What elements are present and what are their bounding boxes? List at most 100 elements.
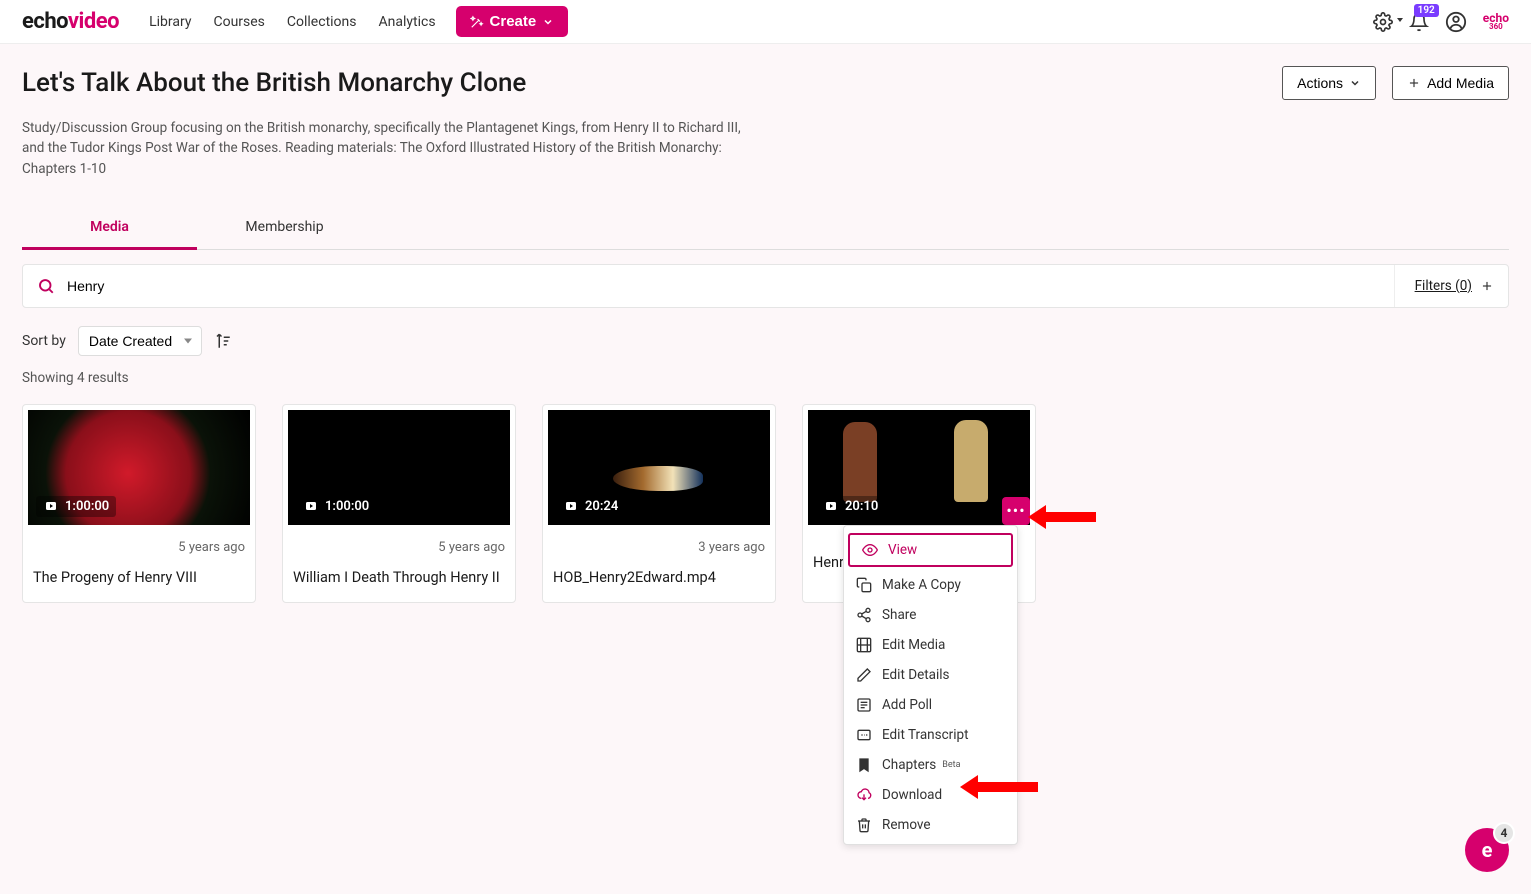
add-media-button[interactable]: Add Media <box>1392 66 1509 100</box>
menu-remove-label: Remove <box>882 817 931 833</box>
duration-badge: 1:00:00 <box>296 496 376 517</box>
filters-button[interactable]: Filters (0) <box>1415 278 1472 294</box>
page-description: Study/Discussion Group focusing on the B… <box>22 118 742 179</box>
ellipsis-icon: ••• <box>1006 501 1025 520</box>
menu-make-copy[interactable]: Make A Copy <box>844 570 1017 600</box>
duration-badge: 20:24 <box>556 496 625 517</box>
card-body: 5 years ago The Progeny of Henry VIII <box>23 530 255 602</box>
nav-library[interactable]: Library <box>149 14 191 30</box>
menu-add-poll[interactable]: Add Poll <box>844 690 1017 720</box>
menu-view[interactable]: View <box>848 533 1013 567</box>
float-count: 4 <box>1493 822 1515 844</box>
filters-area: Filters (0) <box>1394 265 1494 307</box>
menu-view-label: View <box>888 542 917 558</box>
menu-remove[interactable]: Remove <box>844 810 1017 840</box>
share-icon <box>856 607 872 623</box>
tab-media[interactable]: Media <box>22 207 197 250</box>
poll-icon <box>856 697 872 713</box>
actions-label: Actions <box>1297 75 1343 91</box>
actions-button[interactable]: Actions <box>1282 66 1376 100</box>
nav-analytics[interactable]: Analytics <box>379 14 436 30</box>
plus-icon[interactable] <box>1480 279 1494 293</box>
sort-select[interactable]: Date Created <box>78 326 202 356</box>
duration-text: 1:00:00 <box>325 499 369 514</box>
more-options-button[interactable]: ••• <box>1002 497 1030 525</box>
duration-badge: 1:00:00 <box>36 496 116 517</box>
menu-share-label: Share <box>882 607 916 623</box>
notifications-icon[interactable]: 192 <box>1409 12 1429 32</box>
play-icon <box>43 500 59 512</box>
float-logo: e <box>1482 838 1493 862</box>
media-grid: 1:00:00 5 years ago The Progeny of Henry… <box>22 404 1509 603</box>
create-label: Create <box>490 13 537 30</box>
account-icon[interactable] <box>1445 11 1467 33</box>
thumbnail: 1:00:00 <box>288 410 510 525</box>
duration-badge: 20:10 <box>816 496 885 517</box>
card-title: HOB_Henry2Edward.mp4 <box>553 569 765 586</box>
play-icon <box>823 500 839 512</box>
time-ago: 5 years ago <box>293 540 505 555</box>
transcript-icon <box>856 727 872 743</box>
play-icon <box>563 500 579 512</box>
echo360-logo[interactable]: echo 360 <box>1483 13 1509 31</box>
menu-chapters-label: Chapters <box>882 757 936 773</box>
card-body: 5 years ago William I Death Through Henr… <box>283 530 515 602</box>
sort-label: Sort by <box>22 333 66 349</box>
nav-collections[interactable]: Collections <box>287 14 357 30</box>
floating-help-button[interactable]: e 4 <box>1465 828 1509 872</box>
menu-copy-label: Make A Copy <box>882 577 961 593</box>
menu-edit-details[interactable]: Edit Details <box>844 660 1017 690</box>
menu-edit-media[interactable]: Edit Media <box>844 630 1017 660</box>
menu-edit-details-label: Edit Details <box>882 667 950 683</box>
search-icon <box>37 277 55 295</box>
duration-text: 1:00:00 <box>65 499 109 514</box>
pencil-icon <box>856 667 872 683</box>
page-content: Let's Talk About the British Monarchy Cl… <box>0 44 1531 625</box>
settings-icon[interactable] <box>1373 12 1393 32</box>
media-card[interactable]: 1:00:00 5 years ago William I Death Thro… <box>282 404 516 603</box>
beta-badge: Beta <box>942 760 960 770</box>
copy-icon <box>856 577 872 593</box>
add-media-label: Add Media <box>1427 75 1494 91</box>
time-ago: 3 years ago <box>553 540 765 555</box>
card-title: William I Death Through Henry II <box>293 569 505 586</box>
annotation-arrow-2 <box>960 775 1038 799</box>
logo[interactable]: echovideo <box>22 9 119 34</box>
card-title: The Progeny of Henry VIII <box>33 569 245 586</box>
duration-text: 20:24 <box>585 499 618 514</box>
sort-direction-icon[interactable] <box>214 332 232 350</box>
bookmark-icon <box>856 757 872 773</box>
duration-text: 20:10 <box>845 499 878 514</box>
thumbnail: 20:10 ••• <box>808 410 1030 525</box>
top-navbar: echovideo Library Courses Collections An… <box>0 0 1531 44</box>
sort-row: Sort by Date Created <box>22 326 1509 356</box>
create-button[interactable]: Create <box>456 6 569 37</box>
chevron-down-icon <box>542 16 554 28</box>
menu-share[interactable]: Share <box>844 600 1017 630</box>
trash-icon <box>856 817 872 833</box>
menu-add-poll-label: Add Poll <box>882 697 932 713</box>
media-card[interactable]: 20:10 ••• Henry View Make A Copy <box>802 404 1036 603</box>
play-icon <box>303 500 319 512</box>
menu-download-label: Download <box>882 787 942 803</box>
tab-membership[interactable]: Membership <box>197 207 372 249</box>
thumbnail: 1:00:00 <box>28 410 250 525</box>
search-input[interactable] <box>67 278 1394 294</box>
time-ago: 5 years ago <box>33 540 245 555</box>
media-card[interactable]: 20:24 3 years ago HOB_Henry2Edward.mp4 <box>542 404 776 603</box>
title-actions: Actions Add Media <box>1282 66 1509 100</box>
sort-select-wrap: Date Created <box>78 326 202 356</box>
media-card[interactable]: 1:00:00 5 years ago The Progeny of Henry… <box>22 404 256 603</box>
thumbnail: 20:24 <box>548 410 770 525</box>
tabs: Media Membership <box>22 207 1509 250</box>
wand-icon <box>470 15 484 29</box>
logo-part2: video <box>68 9 119 34</box>
plus-icon <box>1407 76 1421 90</box>
title-row: Let's Talk About the British Monarchy Cl… <box>22 66 1509 100</box>
menu-edit-transcript-label: Edit Transcript <box>882 727 969 743</box>
nav-links: Library Courses Collections Analytics <box>149 14 435 30</box>
notification-badge: 192 <box>1414 4 1439 17</box>
eye-icon <box>862 542 878 558</box>
menu-edit-transcript[interactable]: Edit Transcript <box>844 720 1017 750</box>
nav-courses[interactable]: Courses <box>213 14 264 30</box>
